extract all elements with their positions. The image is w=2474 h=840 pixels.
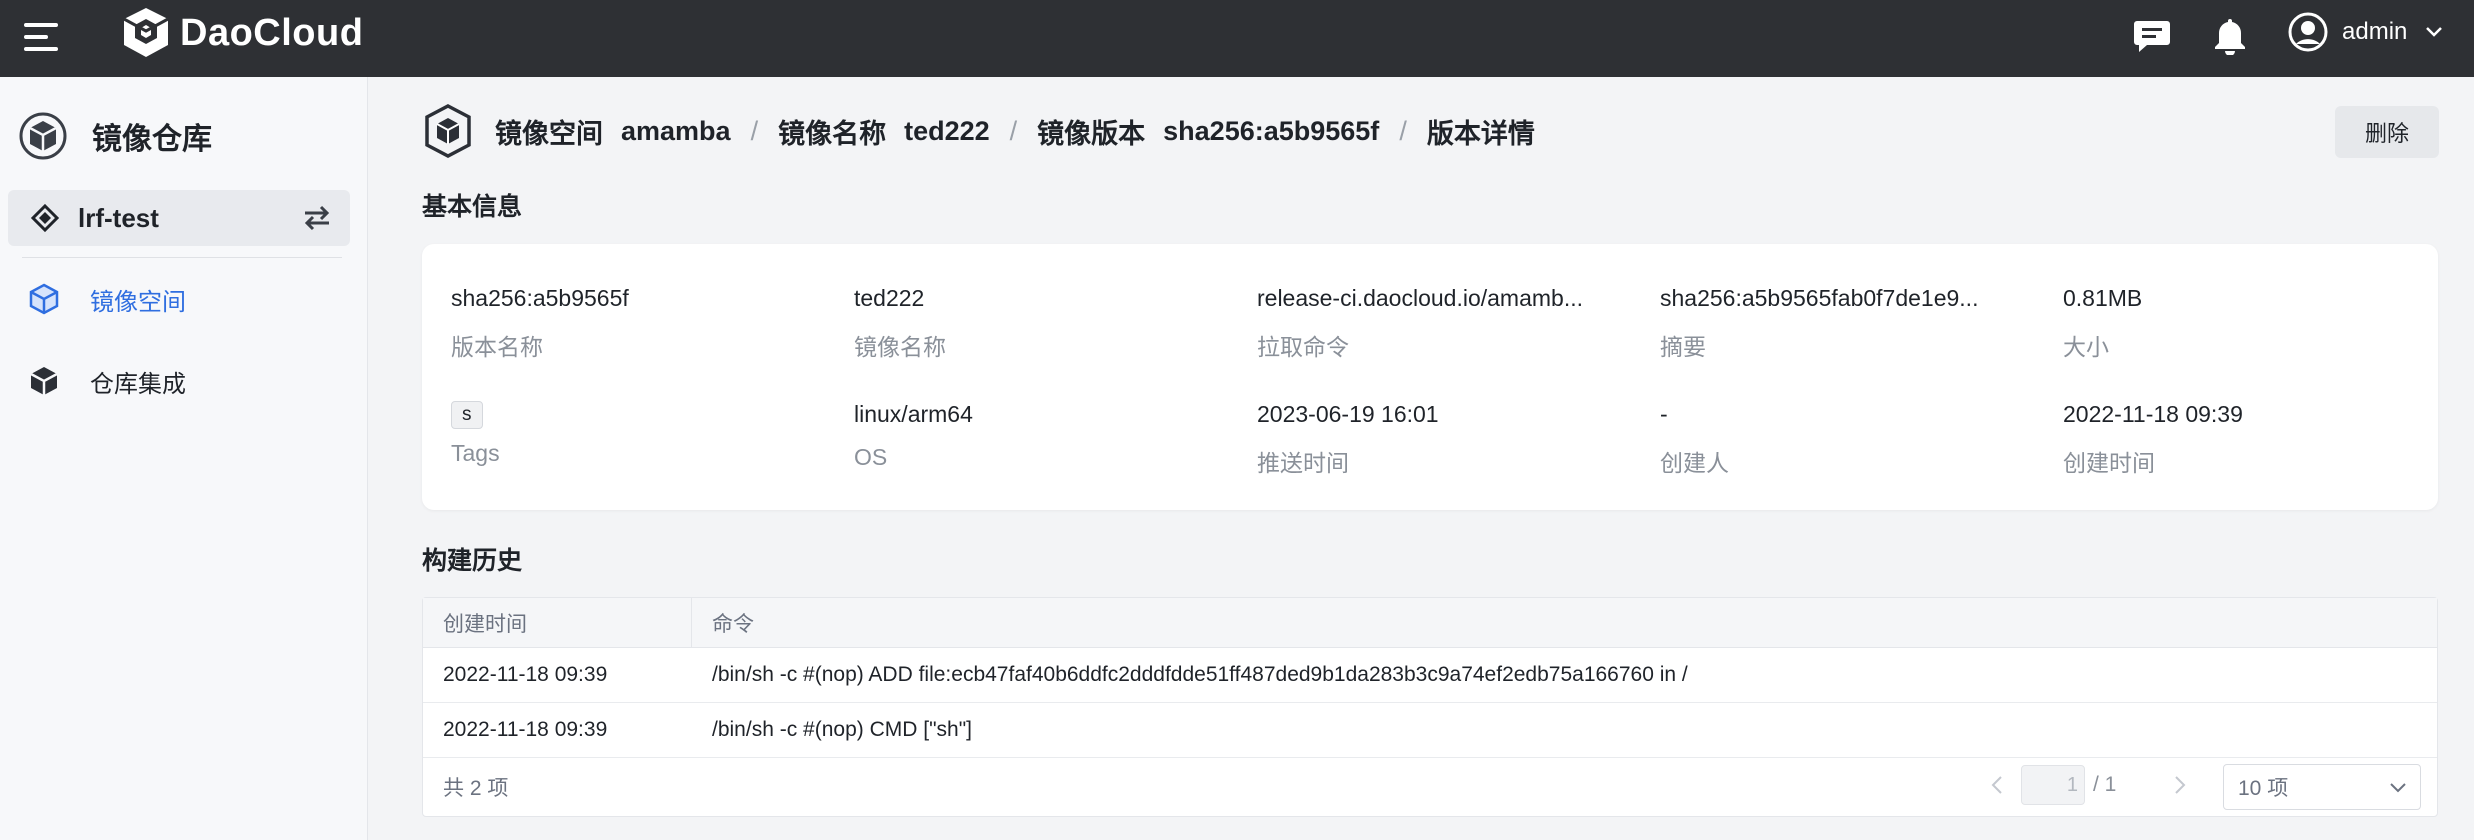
- breadcrumb: 镜像空间 amamba / 镜像名称 ted222 / 镜像版本 sha256:…: [495, 112, 1535, 151]
- menu-toggle-icon[interactable]: [24, 20, 58, 54]
- breadcrumb-space-label: 镜像空间: [495, 118, 603, 149]
- page-number-input[interactable]: 1: [2021, 765, 2085, 805]
- sidebar-title: 镜像仓库: [92, 123, 212, 156]
- build-history-table: 创建时间 命令 2022-11-18 09:39 /bin/sh -c #(no…: [422, 597, 2438, 817]
- column-header-command: 命令: [712, 612, 754, 636]
- breadcrumb-version-label: 镜像版本: [1037, 118, 1146, 149]
- page-header: 镜像空间 amamba / 镜像名称 ted222 / 镜像版本 sha256:…: [423, 103, 1535, 159]
- breadcrumb-image-value[interactable]: ted222: [904, 116, 990, 147]
- column-header-create-time: 创建时间: [423, 598, 692, 647]
- field-os: linux/arm64 OS: [854, 401, 1224, 471]
- brand-name: DaoCloud: [180, 11, 364, 54]
- workspace-icon: [30, 203, 60, 233]
- top-bar: DaoCloud admin: [0, 0, 2474, 77]
- sidebar-item-registry-integration[interactable]: 仓库集成: [0, 353, 368, 409]
- field-value: -: [1660, 401, 1668, 427]
- field-pull-command: release-ci.daocloud.io/amamb... 拉取命令: [1257, 285, 1627, 362]
- chevron-down-icon: [2390, 783, 2406, 793]
- field-value: sha256:a5b9565f: [451, 285, 629, 311]
- registry-logo-icon: [19, 112, 67, 160]
- sidebar-header: 镜像仓库: [18, 111, 212, 161]
- field-label: 摘要: [1660, 334, 1706, 360]
- field-value: 2022-11-18 09:39: [2063, 401, 2243, 427]
- tag-badge: s: [451, 401, 483, 429]
- sidebar-item-image-space[interactable]: 镜像空间: [0, 271, 368, 327]
- workspace-name: lrf-test: [78, 202, 159, 233]
- table-row: 2022-11-18 09:39 /bin/sh -c #(nop) ADD f…: [423, 648, 2437, 703]
- field-label: 镜像名称: [854, 334, 946, 360]
- daocloud-logo-icon: [123, 8, 169, 57]
- brand-logo[interactable]: DaoCloud: [120, 5, 363, 61]
- breadcrumb-separator: /: [750, 115, 759, 146]
- breadcrumb-version-value[interactable]: sha256:a5b9565f: [1163, 116, 1379, 147]
- field-label: 大小: [2063, 334, 2109, 360]
- user-name: admin: [2342, 18, 2408, 45]
- field-value[interactable]: sha256:a5b9565fab0f7de1e9...: [1660, 285, 2030, 315]
- field-value: 2023-06-19 16:01: [1257, 401, 1439, 427]
- cube-outline-icon: [29, 283, 59, 315]
- table-footer: 共 2 项 1 / 1 10 项: [423, 758, 2437, 816]
- field-label: 创建人: [1660, 450, 1729, 476]
- cell-command: /bin/sh -c #(nop) ADD file:ecb47faf40b6d…: [712, 663, 1688, 686]
- sidebar: 镜像仓库 lrf-test 镜像空间 仓库集成: [0, 77, 368, 840]
- workspace-selector[interactable]: lrf-test: [8, 190, 350, 246]
- cell-create-time: 2022-11-18 09:39: [443, 718, 608, 741]
- page-total: / 1: [2093, 773, 2117, 796]
- message-icon[interactable]: [2130, 14, 2174, 58]
- table-header: 创建时间 命令: [423, 598, 2437, 648]
- chevron-down-icon: [2426, 27, 2443, 37]
- cell-create-time: 2022-11-18 09:39: [443, 663, 608, 686]
- switch-icon[interactable]: [302, 204, 332, 232]
- field-version-name: sha256:a5b9565f 版本名称: [451, 285, 821, 362]
- basic-info-card: sha256:a5b9565f 版本名称 ted222 镜像名称 release…: [422, 244, 2438, 510]
- field-value: linux/arm64: [854, 401, 973, 427]
- user-menu[interactable]: admin: [2288, 10, 2443, 54]
- breadcrumb-image-label: 镜像名称: [778, 118, 887, 149]
- breadcrumb-separator: /: [1009, 115, 1018, 146]
- sidebar-divider: [22, 257, 342, 258]
- next-page-icon[interactable]: [2166, 771, 2194, 799]
- sidebar-item-label: 仓库集成: [90, 370, 186, 398]
- field-label: 版本名称: [451, 334, 543, 360]
- field-label: Tags: [451, 440, 500, 466]
- main-content: 镜像空间 amamba / 镜像名称 ted222 / 镜像版本 sha256:…: [369, 77, 2474, 840]
- image-version-icon: [425, 104, 471, 158]
- cell-command: /bin/sh -c #(nop) CMD ["sh"]: [712, 718, 972, 741]
- field-creator: - 创建人: [1660, 401, 2030, 478]
- field-image-name: ted222 镜像名称: [854, 285, 1224, 362]
- pagination: 1 / 1: [1983, 765, 2194, 805]
- field-value: ted222: [854, 285, 925, 311]
- sidebar-item-label: 镜像空间: [90, 288, 186, 316]
- page-size-select[interactable]: 10 项: [2223, 764, 2421, 810]
- field-label: 创建时间: [2063, 450, 2155, 476]
- delete-button[interactable]: 删除: [2335, 106, 2439, 158]
- prev-page-icon[interactable]: [1983, 771, 2011, 799]
- total-count: 共 2 项: [443, 777, 509, 800]
- field-push-time: 2023-06-19 16:01 推送时间: [1257, 401, 1627, 478]
- breadcrumb-space-value[interactable]: amamba: [621, 116, 731, 147]
- field-digest: sha256:a5b9565fab0f7de1e9... 摘要: [1660, 285, 2030, 362]
- field-tags: s Tags: [451, 399, 821, 467]
- notification-bell-icon[interactable]: [2208, 14, 2252, 58]
- user-avatar-icon: [2288, 12, 2328, 52]
- field-label: OS: [854, 444, 888, 470]
- field-label: 拉取命令: [1257, 334, 1349, 360]
- breadcrumb-current: 版本详情: [1426, 118, 1535, 149]
- field-value: 0.81MB: [2063, 285, 2143, 311]
- field-label: 推送时间: [1257, 450, 1349, 476]
- breadcrumb-separator: /: [1399, 115, 1407, 146]
- table-row: 2022-11-18 09:39 /bin/sh -c #(nop) CMD […: [423, 703, 2437, 758]
- build-history-title: 构建历史: [422, 547, 523, 575]
- basic-info-title: 基本信息: [422, 193, 523, 221]
- field-create-time: 2022-11-18 09:39 创建时间: [2063, 401, 2433, 478]
- field-size: 0.81MB 大小: [2063, 285, 2433, 362]
- cube-solid-icon: [30, 367, 58, 395]
- page-size-value: 10 项: [2238, 777, 2289, 800]
- field-value[interactable]: release-ci.daocloud.io/amamb...: [1257, 285, 1627, 315]
